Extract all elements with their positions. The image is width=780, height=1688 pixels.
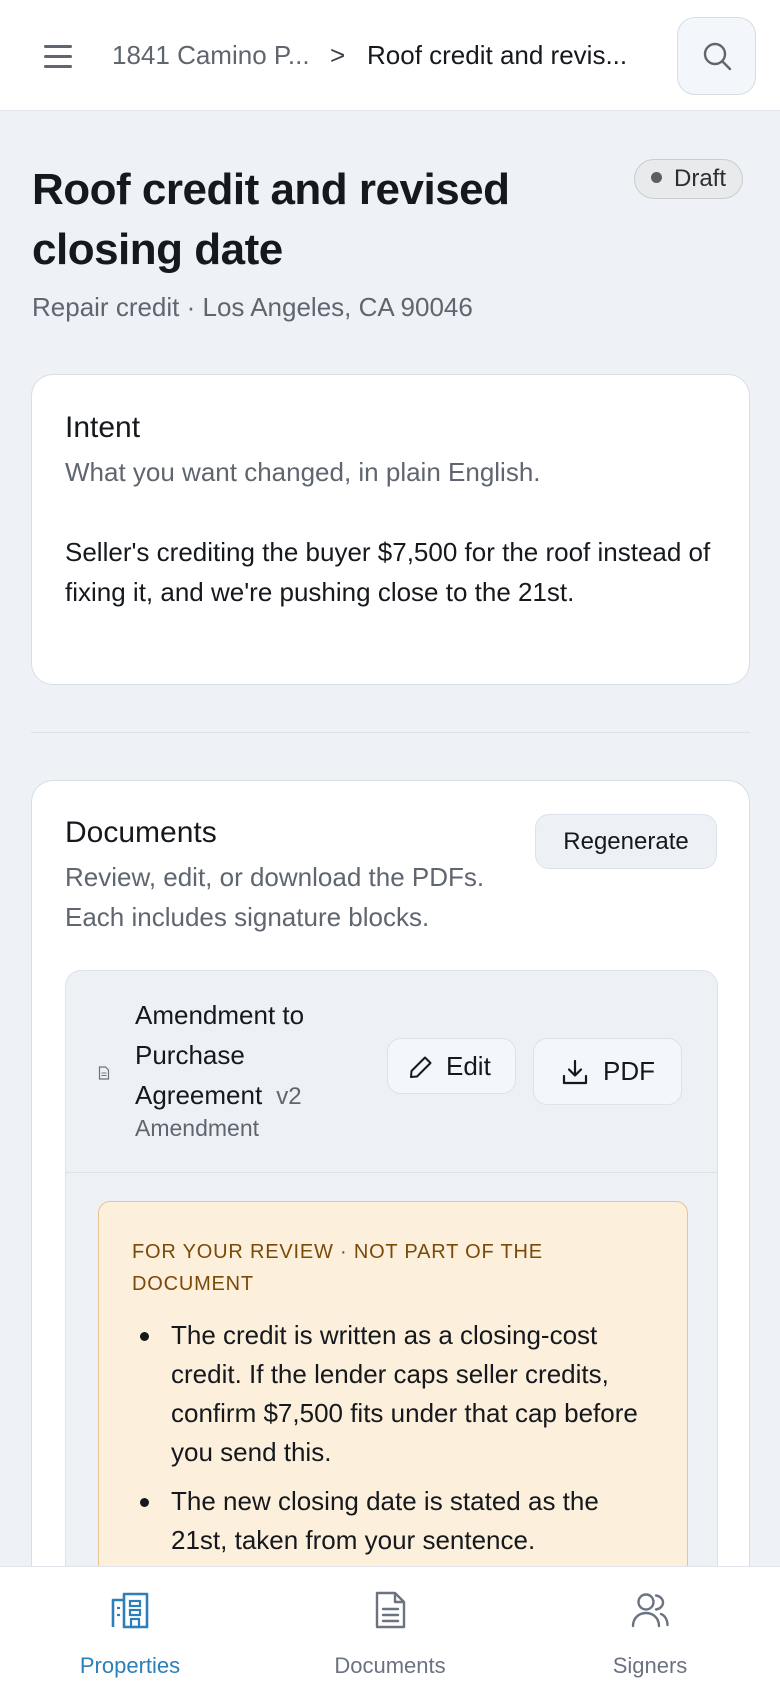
nav-documents[interactable]: Documents <box>290 1567 490 1688</box>
documents-card: Documents Review, edit, or download the … <box>31 780 750 1688</box>
download-pdf-button[interactable]: PDF <box>533 1038 682 1105</box>
regenerate-button[interactable]: Regenerate <box>535 814 717 869</box>
building-icon <box>111 1592 149 1629</box>
file-icon <box>98 1066 110 1080</box>
documents-title: Documents <box>65 816 217 849</box>
nav-properties-label: Properties <box>79 1653 181 1678</box>
page-title: Roof credit and revised closing date <box>32 165 510 274</box>
document-title[interactable]: Amendment to Purchase Agreement v2 <box>135 995 365 1117</box>
nav-signers-label: Signers <box>612 1653 688 1678</box>
review-note: The new closing date is stated as the 21… <box>132 1482 662 1560</box>
search-button[interactable] <box>677 17 756 95</box>
intent-description: What you want changed, in plain English. <box>65 457 541 487</box>
document-icon <box>375 1591 406 1629</box>
document-version: v2 <box>276 1083 302 1110</box>
review-notes-list: The credit is written as a closing-cost … <box>132 1316 662 1570</box>
page-subtitle: Repair credit · Los Angeles, CA 90046 <box>32 292 473 322</box>
nav-properties[interactable]: Properties <box>30 1567 230 1688</box>
edit-label: Edit <box>446 1051 491 1081</box>
menu-icon[interactable] <box>40 38 76 74</box>
nav-signers[interactable]: Signers <box>550 1567 750 1688</box>
edit-button[interactable]: Edit <box>387 1038 516 1094</box>
section-divider <box>31 732 750 733</box>
intent-title: Intent <box>65 411 141 444</box>
top-bar: 1841 Camino P... > Roof credit and revis… <box>0 0 780 111</box>
intent-text[interactable]: Seller's crediting the buyer $7,500 for … <box>65 532 725 612</box>
review-note: The credit is written as a closing-cost … <box>132 1316 662 1472</box>
download-icon <box>562 1059 588 1085</box>
breadcrumb-property[interactable]: 1841 Camino P... <box>112 40 310 71</box>
documents-description: Review, edit, or download the PDFs. Each… <box>65 862 485 932</box>
status-badge: Draft <box>634 159 744 199</box>
breadcrumb-current: Roof credit and revis... <box>367 40 628 70</box>
review-heading: FOR YOUR REVIEW · NOT PART OF THE DOCUME… <box>132 1241 543 1295</box>
status-dot-icon <box>651 172 662 184</box>
status-label: Draft <box>674 165 727 192</box>
document-type: Amendment <box>135 1115 260 1141</box>
pdf-label: PDF <box>603 1056 655 1086</box>
nav-documents-label: Documents <box>334 1653 446 1678</box>
bottom-nav: Properties Documents Signers <box>0 1566 780 1688</box>
intent-card: Intent What you want changed, in plain E… <box>31 374 750 685</box>
search-icon <box>703 42 732 71</box>
breadcrumb-chevron-icon: > <box>330 40 346 70</box>
pencil-icon <box>410 1056 432 1078</box>
users-icon <box>631 1593 669 1628</box>
document-header: Amendment to Purchase Agreement v2 Amendm… <box>66 971 717 1173</box>
